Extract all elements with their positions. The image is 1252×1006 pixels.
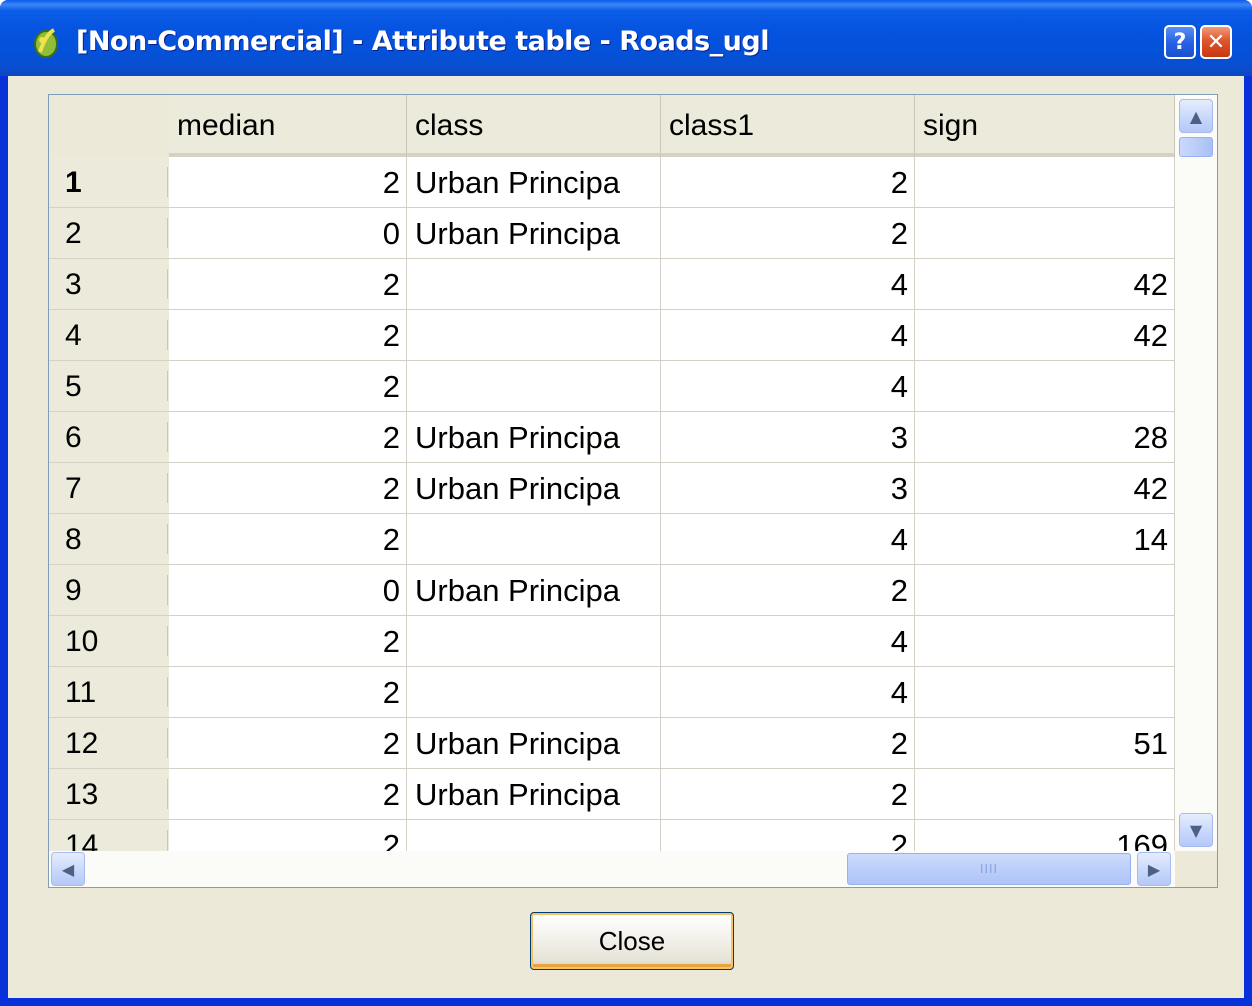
dialog-client-area: 169 2 2 14 2 Urban Principa 2 13 51 2 Urban Princi… [8, 76, 1244, 998]
scroll-right-button[interactable]: ▶ [1137, 852, 1171, 886]
row-header[interactable]: 3 [49, 259, 169, 310]
table-cell-class1[interactable]: 3 [661, 412, 915, 463]
column-header-sign[interactable]: sign [915, 95, 1175, 157]
grip-icon: IIII [979, 862, 999, 876]
table-cell-median[interactable]: 2 [169, 412, 407, 463]
table-cell-median[interactable]: 2 [169, 718, 407, 769]
chevron-right-icon: ▶ [1147, 859, 1161, 879]
table-cell-class1[interactable]: 2 [661, 565, 915, 616]
table-cell-sign[interactable] [915, 361, 1175, 412]
vertical-scroll-thumb[interactable] [1179, 137, 1213, 157]
table-cell-sign[interactable]: 28 [915, 412, 1175, 463]
scroll-down-button[interactable]: ▼ [1179, 813, 1213, 847]
row-header[interactable]: 11 [49, 667, 169, 718]
table-cell-median[interactable]: 2 [169, 259, 407, 310]
close-button-label: Close [598, 925, 666, 956]
title-bar[interactable]: [Non-Commercial] - Attribute table - Roa… [0, 0, 1252, 76]
table-cell-median[interactable]: 2 [169, 310, 407, 361]
row-header[interactable]: 5 [49, 361, 169, 412]
table-cell-sign[interactable]: 51 [915, 718, 1175, 769]
help-icon: ? [1173, 29, 1187, 55]
attribute-table[interactable]: 169 2 2 14 2 Urban Principa 2 13 51 2 Urban Princi… [48, 94, 1218, 888]
table-cell-class[interactable] [407, 667, 661, 718]
close-window-button[interactable]: ✕ [1200, 25, 1232, 59]
scroll-left-button[interactable]: ◀ [51, 852, 85, 886]
table-cell-sign[interactable]: 42 [915, 463, 1175, 514]
table-cell-median[interactable]: 2 [169, 463, 407, 514]
vertical-scrollbar[interactable]: ▲ ▼ [1175, 95, 1217, 851]
table-cell-class[interactable]: Urban Principa [407, 463, 661, 514]
column-header-median[interactable]: median [169, 95, 407, 157]
row-header[interactable]: 4 [49, 310, 169, 361]
row-header[interactable]: 2 [49, 208, 169, 259]
attribute-table-window: [Non-Commercial] - Attribute table - Roa… [0, 0, 1252, 1006]
table-cell-class[interactable] [407, 514, 661, 565]
table-cell-class1[interactable]: 4 [661, 667, 915, 718]
table-cell-sign[interactable] [915, 157, 1175, 208]
horizontal-scroll-thumb[interactable]: IIII [847, 853, 1131, 885]
horizontal-scrollbar[interactable]: ◀ IIII ▶ [49, 851, 1175, 887]
close-button[interactable]: Close [530, 912, 734, 970]
table-cell-sign[interactable]: 14 [915, 514, 1175, 565]
table-cell-median[interactable]: 2 [169, 616, 407, 667]
table-cell-class[interactable] [407, 616, 661, 667]
row-header[interactable]: 9 [49, 565, 169, 616]
scrollbar-corner [1175, 851, 1217, 887]
chevron-up-icon: ▲ [1189, 106, 1203, 126]
table-cell-class1[interactable]: 2 [661, 718, 915, 769]
table-cell-class[interactable] [407, 259, 661, 310]
table-corner[interactable] [49, 95, 169, 157]
row-header[interactable]: 6 [49, 412, 169, 463]
table-cell-class[interactable] [407, 361, 661, 412]
table-cell-sign[interactable]: 42 [915, 259, 1175, 310]
table-cell-sign[interactable] [915, 616, 1175, 667]
table-cell-class1[interactable]: 4 [661, 616, 915, 667]
table-cell-class[interactable]: Urban Principa [407, 157, 661, 208]
table-cell-median[interactable]: 0 [169, 565, 407, 616]
column-header-class[interactable]: class [407, 95, 661, 157]
chevron-down-icon: ▼ [1189, 820, 1203, 840]
row-header[interactable]: 1 [49, 157, 169, 208]
table-cell-median[interactable]: 2 [169, 157, 407, 208]
qgis-app-icon [34, 28, 58, 58]
window-bottom-border [0, 998, 1252, 1006]
row-header[interactable]: 7 [49, 463, 169, 514]
table-cell-class1[interactable]: 2 [661, 208, 915, 259]
table-cell-median[interactable]: 2 [169, 514, 407, 565]
table-cell-class[interactable] [407, 310, 661, 361]
table-cell-class[interactable]: Urban Principa [407, 718, 661, 769]
table-cell-median[interactable]: 2 [169, 361, 407, 412]
table-cell-class1[interactable]: 4 [661, 361, 915, 412]
table-cell-class[interactable]: Urban Principa [407, 412, 661, 463]
table-cell-class1[interactable]: 2 [661, 157, 915, 208]
row-header[interactable]: 10 [49, 616, 169, 667]
table-cell-class[interactable]: Urban Principa [407, 565, 661, 616]
table-cell-class1[interactable]: 4 [661, 514, 915, 565]
table-cell-sign[interactable]: 42 [915, 310, 1175, 361]
table-cell-sign[interactable] [915, 208, 1175, 259]
table-cell-median[interactable]: 0 [169, 208, 407, 259]
table-cell-sign[interactable] [915, 565, 1175, 616]
chevron-left-icon: ◀ [61, 859, 75, 879]
row-header[interactable]: 13 [49, 769, 169, 820]
table-cell-class[interactable]: Urban Principa [407, 769, 661, 820]
table-cell-median[interactable]: 2 [169, 667, 407, 718]
table-cell-sign[interactable] [915, 769, 1175, 820]
table-cell-class1[interactable]: 2 [661, 769, 915, 820]
row-header[interactable]: 8 [49, 514, 169, 565]
column-header-class1[interactable]: class1 [661, 95, 915, 157]
scroll-up-button[interactable]: ▲ [1179, 99, 1213, 133]
close-icon: ✕ [1206, 29, 1226, 55]
table-cell-class1[interactable]: 3 [661, 463, 915, 514]
row-header[interactable]: 12 [49, 718, 169, 769]
help-button[interactable]: ? [1164, 25, 1196, 59]
window-title: [Non-Commercial] - Attribute table - Roa… [76, 26, 770, 57]
table-cell-median[interactable]: 2 [169, 769, 407, 820]
table-cell-sign[interactable] [915, 667, 1175, 718]
table-cell-class1[interactable]: 4 [661, 259, 915, 310]
table-cell-class1[interactable]: 4 [661, 310, 915, 361]
table-cell-class[interactable]: Urban Principa [407, 208, 661, 259]
